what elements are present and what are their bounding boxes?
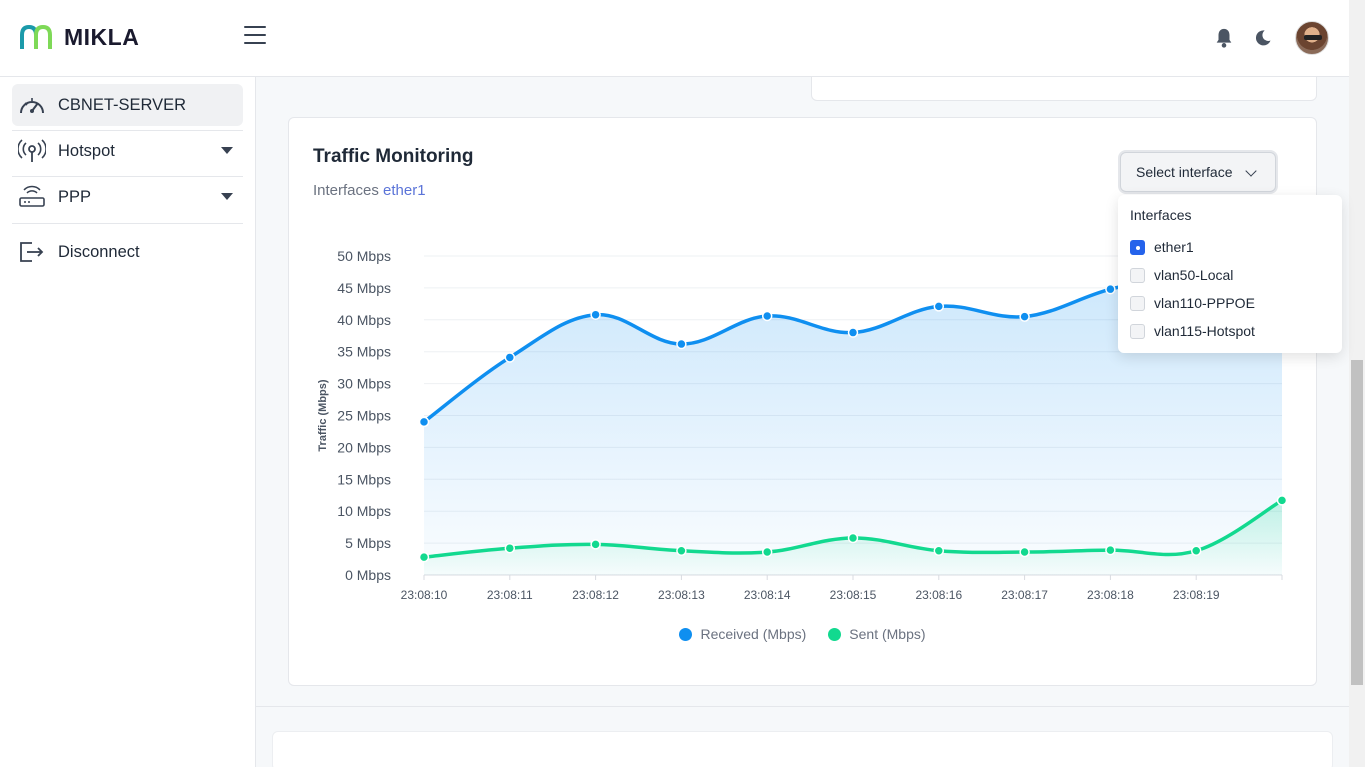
option-ether1[interactable]: ether1 [1130, 237, 1194, 257]
chart-legend: Received (Mbps) Sent (Mbps) [288, 624, 1317, 644]
sidebar-item-disconnect[interactable]: Disconnect [12, 231, 243, 273]
option-label: vlan115-Hotspot [1154, 323, 1255, 339]
sidebar-item-label: CBNET-SERVER [58, 95, 187, 114]
option-vlan50-local[interactable]: vlan50-Local [1130, 265, 1233, 285]
dark-mode-icon[interactable] [1253, 28, 1273, 48]
menu-toggle-icon[interactable] [244, 26, 266, 48]
next-card [272, 731, 1333, 767]
logout-icon [18, 238, 46, 266]
legend-dot [828, 627, 842, 641]
notification-bell-icon[interactable] [1213, 27, 1235, 49]
legend-label: Sent (Mbps) [849, 626, 926, 642]
sidebar: CBNET-SERVER Hotspot PPP Disconnect [0, 77, 256, 767]
sidebar-item-label: PPP [58, 187, 92, 206]
logo[interactable]: MIKLA [20, 24, 139, 51]
caret-down-icon [221, 147, 233, 154]
legend-item-sent[interactable]: Sent (Mbps) [828, 624, 926, 644]
chevron-down-icon [1245, 165, 1257, 177]
router-icon [18, 183, 46, 211]
checkbox[interactable] [1130, 239, 1145, 255]
checkbox[interactable] [1130, 295, 1145, 311]
sidebar-item-hotspot[interactable]: Hotspot [12, 130, 243, 172]
option-label: ether1 [1154, 239, 1194, 255]
option-label: vlan110-PPPOE [1154, 295, 1255, 311]
sidebar-item-ppp[interactable]: PPP [12, 176, 243, 218]
divider [12, 223, 243, 224]
logo-icon [20, 24, 52, 49]
interface-dropdown: Interfaces ether1 vlan50-Local vlan110-P… [1118, 195, 1342, 353]
option-label: vlan50-Local [1154, 267, 1234, 283]
sidebar-item-cbnet-server[interactable]: CBNET-SERVER [12, 84, 243, 126]
select-interface-button[interactable]: Select interface [1120, 152, 1276, 192]
previous-card [811, 77, 1317, 101]
option-vlan110-pppoe[interactable]: vlan110-PPPOE [1130, 293, 1255, 313]
user-avatar[interactable] [1295, 21, 1329, 55]
broadcast-icon [18, 137, 46, 165]
checkbox[interactable] [1130, 267, 1145, 283]
sidebar-item-label: Disconnect [58, 242, 140, 261]
card-subtitle: Interfaces ether1 [313, 182, 426, 199]
caret-down-icon [221, 193, 233, 200]
selected-interface: ether1 [383, 182, 426, 199]
subtitle-prefix: Interfaces [313, 182, 379, 199]
card-title: Traffic Monitoring [313, 146, 474, 167]
option-vlan115-hotspot[interactable]: vlan115-Hotspot [1130, 321, 1255, 341]
legend-item-received[interactable]: Received (Mbps) [679, 624, 806, 644]
dropdown-header: Interfaces [1130, 207, 1192, 223]
scrollbar[interactable] [1349, 0, 1365, 767]
top-bar: MIKLA [0, 0, 1349, 77]
select-interface-label: Select interface [1136, 164, 1233, 180]
app-name: MIKLA [64, 24, 140, 50]
legend-dot [679, 627, 693, 641]
sidebar-item-label: Hotspot [58, 141, 115, 160]
scrollbar-thumb[interactable] [1351, 360, 1363, 685]
legend-label: Received (Mbps) [700, 626, 807, 642]
checkbox[interactable] [1130, 323, 1145, 339]
speedometer-icon [18, 91, 46, 119]
